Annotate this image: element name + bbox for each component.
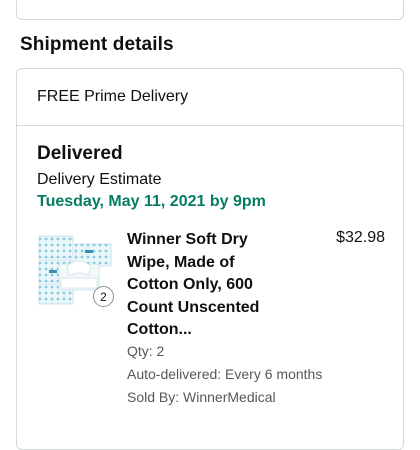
delivery-type-row: FREE Prime Delivery [17,69,403,126]
seller-info: Sold By: WinnerMedical [127,389,276,405]
section-title: Shipment details [20,34,174,55]
delivery-estimate-label: Delivery Estimate [37,171,162,188]
delivery-estimate-date: Tuesday, May 11, 2021 by 9pm [37,193,266,210]
product-price: $32.98 [336,229,385,246]
auto-delivery-info: Auto-delivered: Every 6 months [127,366,323,382]
product-quantity: Qty: 2 [127,343,165,359]
product-title-line: Cotton... [127,321,192,338]
product-title-line: Cotton Only, 600 [127,276,253,293]
delivery-status: Delivered [37,143,123,164]
delivery-type-label: FREE Prime Delivery [37,88,189,105]
quantity-badge: 2 [93,286,114,307]
product-title-line: Wipe, Made of [127,253,235,271]
shipment-card: FREE Prime Delivery Delivered Delivery E… [16,68,404,450]
product-title-line: Winner Soft Dry [127,231,248,248]
product-title-line: Count Unscented [127,298,260,316]
previous-card [16,0,404,20]
product-title-link[interactable]: Winner Soft Dry Wipe, Made of Cotton Onl… [127,229,297,342]
